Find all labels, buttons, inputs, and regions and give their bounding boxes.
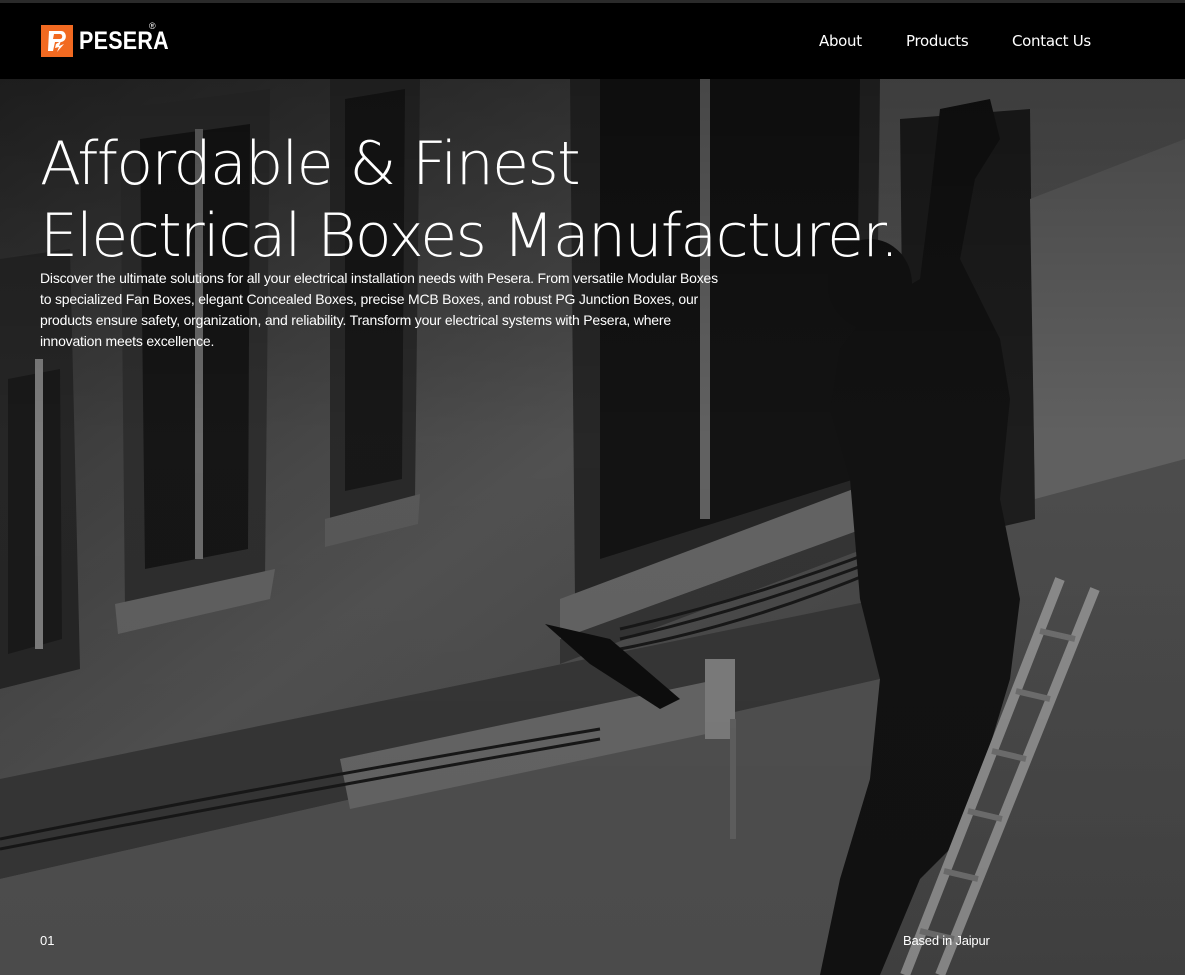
registered-mark: ® [149,21,156,31]
page: PESERA ® About Products Contact Us Affor… [0,0,1185,975]
location-label: Based in Jaipur [903,933,990,948]
pesera-logo-icon [41,25,73,57]
headline-line-2: Electrical Boxes Manufacturer. [40,201,899,271]
hero-description: Discover the ultimate solutions for all … [40,270,718,349]
nav-about[interactable]: About [819,32,862,50]
slide-number: 01 [40,933,55,948]
headline-line-1: Affordable & Finest [40,129,581,199]
nav-products[interactable]: Products [906,32,969,50]
site-header: PESERA ® About Products Contact Us [0,3,1185,79]
hero-headline: Affordable & Finest Electrical Boxes Man… [40,128,899,272]
nav-contact-us[interactable]: Contact Us [1012,32,1091,50]
brand-logo[interactable]: PESERA ® [41,21,184,57]
